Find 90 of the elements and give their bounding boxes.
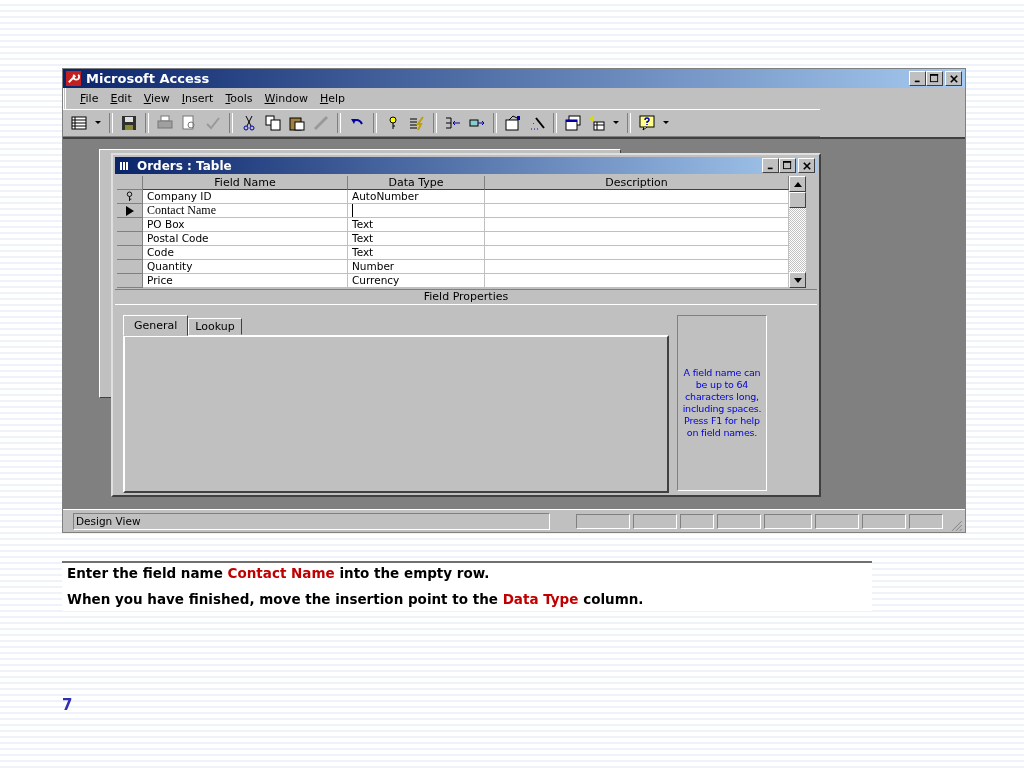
caret-icon[interactable] [663, 121, 669, 125]
close-icon [949, 74, 958, 83]
scroll-up-button[interactable] [789, 176, 806, 192]
row-selector[interactable] [117, 190, 143, 204]
minimize-button[interactable] [762, 158, 779, 173]
menu-item[interactable]: Window [264, 92, 308, 105]
text-cursor [352, 204, 353, 217]
status-panel [815, 513, 860, 529]
menu-item[interactable]: Insert [181, 92, 214, 105]
close-icon [802, 161, 811, 170]
page-number: 7 [62, 696, 74, 714]
table-cell[interactable]: PO Box [143, 218, 348, 232]
paste-icon[interactable] [289, 115, 305, 131]
wand-icon[interactable] [529, 115, 545, 131]
help-text: A field name can be up to 64 characters long, including spaces. Press F1 for help on field names. [681, 367, 763, 439]
caret-icon[interactable] [613, 121, 619, 125]
new-object-icon[interactable] [589, 115, 605, 131]
caret-icon[interactable] [95, 121, 101, 125]
instruction-text: When you have finished, move the insertion point to the Data Type column. [67, 591, 645, 607]
menu-item[interactable]: Tools [225, 92, 253, 105]
table-cell[interactable]: AutoNumber [348, 190, 485, 204]
save-icon[interactable] [121, 115, 137, 131]
help-icon[interactable] [639, 115, 655, 131]
tab[interactable]: General [123, 315, 189, 336]
table-cell[interactable]: Code [143, 246, 348, 260]
scrollbar[interactable] [789, 176, 806, 288]
table-cell[interactable] [485, 260, 789, 274]
maximize-icon [930, 74, 939, 83]
status-panel [909, 513, 944, 529]
tab[interactable]: Lookup [188, 318, 242, 335]
column-header: Description [485, 176, 789, 190]
down-arrow-icon [793, 277, 802, 283]
table-cell[interactable]: Price [143, 274, 348, 288]
scroll-thumb[interactable] [789, 192, 806, 208]
menu-item[interactable]: File [80, 92, 99, 105]
maximize-button[interactable] [926, 71, 943, 86]
table-cell[interactable] [348, 204, 485, 218]
database-window-icon[interactable] [565, 115, 581, 131]
table-cell[interactable]: Postal Code [143, 232, 348, 246]
copy-icon[interactable] [265, 115, 281, 131]
table-view-icon[interactable] [71, 115, 87, 131]
table-cell[interactable] [485, 274, 789, 288]
column-header: Data Type [348, 176, 485, 190]
maximize-icon [783, 161, 792, 170]
cut-icon[interactable] [241, 115, 257, 131]
up-arrow-icon [793, 181, 802, 187]
row-selector[interactable] [117, 204, 143, 218]
maximize-button[interactable] [779, 158, 796, 173]
status-text: Design View [73, 512, 551, 530]
minimize-button[interactable] [909, 71, 926, 86]
window-title: Orders : Table [137, 158, 232, 173]
table-cell[interactable]: Contact Name [143, 204, 348, 218]
menu-item[interactable]: View [143, 92, 170, 105]
table-cell[interactable] [485, 204, 789, 218]
status-panel [576, 513, 631, 529]
status-panel [862, 513, 907, 529]
status-panel [764, 513, 813, 529]
table-cell[interactable]: Currency [348, 274, 485, 288]
table-cell[interactable]: Text [348, 246, 485, 260]
insert-rows-icon[interactable] [445, 115, 461, 131]
table-cell[interactable]: Text [348, 218, 485, 232]
close-button[interactable] [798, 158, 815, 173]
section-title: Field Properties [115, 289, 817, 305]
corner-header [117, 176, 143, 190]
menu-item[interactable]: Help [319, 92, 345, 105]
table-cell[interactable]: Number [348, 260, 485, 274]
indexes-icon[interactable] [409, 115, 425, 131]
table-cell[interactable] [485, 218, 789, 232]
table-cell[interactable] [485, 246, 789, 260]
close-button[interactable] [945, 71, 962, 86]
column-header: Field Name [143, 176, 348, 190]
status-panel [680, 513, 715, 529]
print-icon[interactable] [157, 115, 173, 131]
scroll-down-button[interactable] [789, 272, 806, 288]
status-panel [717, 513, 762, 529]
key-app-icon [66, 71, 81, 86]
status-panel [633, 513, 678, 529]
menu-item[interactable]: Edit [110, 92, 132, 105]
properties-icon[interactable] [505, 115, 521, 131]
table-cell[interactable]: Company ID [143, 190, 348, 204]
table-cell[interactable] [485, 232, 789, 246]
print-preview-icon[interactable] [181, 115, 197, 131]
current-row-icon [125, 205, 134, 216]
key-icon [125, 191, 134, 202]
instruction-text: Enter the field name Contact Name into the empty row. [67, 565, 491, 581]
resize-grip-icon[interactable] [951, 520, 963, 532]
window-title: Microsoft Access [86, 71, 210, 86]
table-cell[interactable]: Text [348, 232, 485, 246]
table-cell[interactable] [485, 190, 789, 204]
table-cell[interactable]: Quantity [143, 260, 348, 274]
